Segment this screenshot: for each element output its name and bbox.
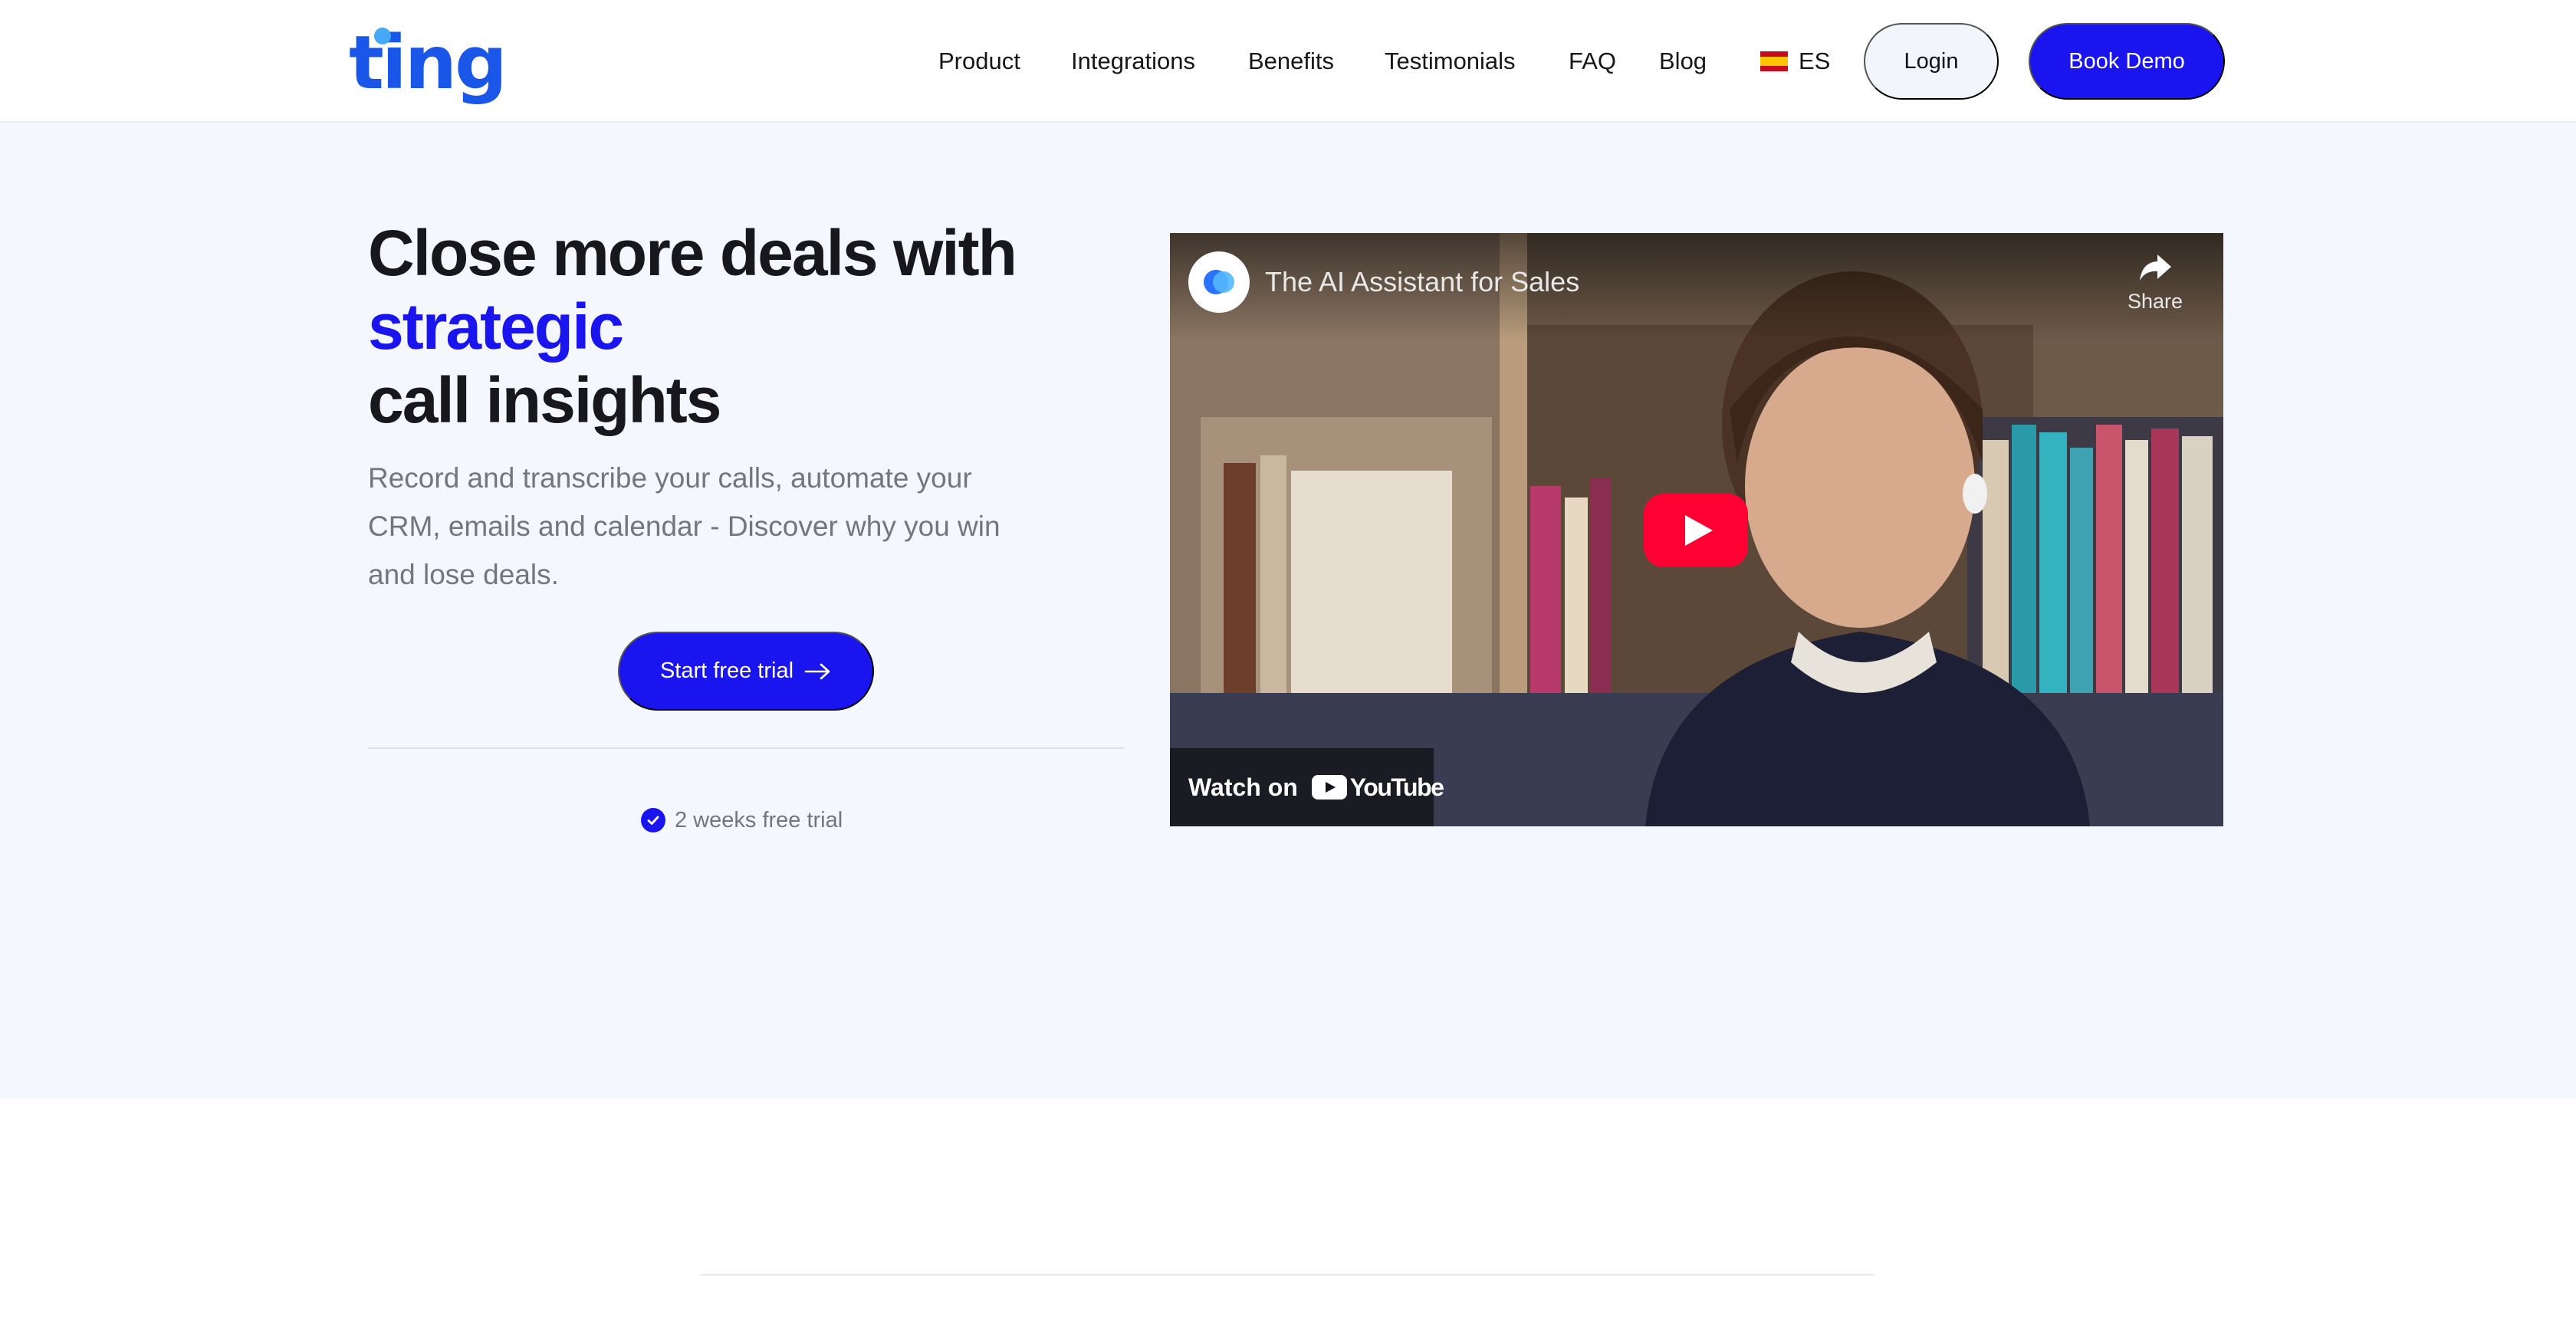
logo-dot-icon [374,28,391,44]
trial-note-text: 2 weeks free trial [675,807,843,832]
share-arrow-icon [2140,254,2171,281]
youtube-play-icon [1311,775,1347,800]
youtube-logo: YouTube [1311,773,1444,802]
channel-avatar-icon[interactable] [1188,251,1250,313]
cta-label: Start free trial [659,658,794,683]
start-free-trial-button[interactable]: Start free trial [618,632,874,711]
book-demo-button[interactable]: Book Demo [2029,23,2225,100]
ting-logo[interactable]: ting [349,17,508,109]
watch-on-youtube-link[interactable]: Watch on YouTube [1170,748,1444,826]
nav-benefits[interactable]: Benefits [1248,42,1334,80]
nav-integrations[interactable]: Integrations [1071,42,1195,80]
language-switcher[interactable]: ES [1760,42,1830,80]
headline-line-3: call insights [368,364,721,436]
arrow-right-icon [804,663,830,679]
watch-on-label: Watch on [1188,773,1298,801]
trial-note: 2 weeks free trial [641,805,843,836]
hero-headline: Close more deals with strategic call ins… [368,216,1104,437]
login-button[interactable]: Login [1864,23,1999,100]
youtube-wordmark: YouTube [1349,773,1444,801]
nav-blog[interactable]: Blog [1659,42,1707,80]
nav-faq[interactable]: FAQ [1569,42,1616,80]
logo-text: ting [349,20,508,106]
section-divider [701,1274,1874,1276]
headline-accent: strategic [368,291,624,363]
share-label: Share [2127,290,2183,313]
nav-testimonials[interactable]: Testimonials [1385,42,1516,80]
hero-divider [368,747,1125,749]
play-button-icon[interactable] [1644,494,1748,567]
share-button[interactable]: Share [2113,251,2197,328]
language-label: ES [1799,48,1831,74]
video-player[interactable]: The AI Assistant for Sales Share Watch o… [1170,233,2223,826]
headline-line-1: Close more deals with [368,217,1017,289]
video-title[interactable]: The AI Assistant for Sales [1265,264,1579,300]
hero-subtext: Record and transcribe your calls, automa… [368,462,1001,590]
spain-flag-icon [1760,51,1788,71]
check-circle-icon [641,808,665,832]
hero-section: Close more deals with strategic call ins… [0,123,2576,1098]
site-header: ting Product Integrations Benefits Testi… [0,0,2576,123]
nav-product[interactable]: Product [938,42,1020,80]
